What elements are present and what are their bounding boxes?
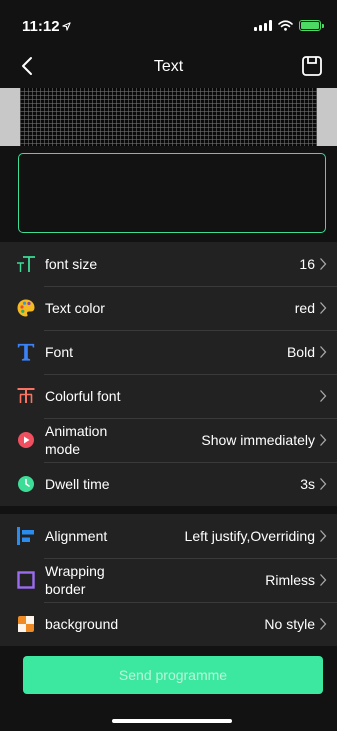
clock-icon	[16, 474, 36, 494]
save-button[interactable]	[299, 53, 325, 79]
settings-row-label: background	[45, 616, 119, 632]
settings-row-value: Rimless	[265, 572, 315, 588]
settings-row-wrapping-border[interactable]: Wrapping border Rimless	[0, 558, 337, 602]
settings-row-font[interactable]: Font Bold	[0, 330, 337, 374]
battery-charging-icon	[299, 20, 324, 31]
chevron-right-icon	[320, 618, 327, 630]
page-title: Text	[153, 58, 184, 75]
chevron-right-icon	[320, 258, 327, 270]
settings-row-background[interactable]: background No style	[0, 602, 337, 646]
chevron-right-icon	[320, 478, 327, 490]
cellular-signal-icon	[254, 20, 272, 31]
status-indicators	[254, 20, 324, 31]
screen: 11:12 Text font size 16 Text color red F…	[0, 0, 337, 731]
font-icon	[16, 342, 36, 362]
settings-row-label: Animation mode	[45, 423, 108, 457]
settings-row-value: 16	[299, 256, 315, 272]
settings-row-text-color[interactable]: Text color red	[0, 286, 337, 330]
settings-row-value: Left justify,Overriding	[184, 528, 315, 544]
palette-icon	[16, 298, 36, 318]
settings-row-label: Alignment	[45, 528, 108, 544]
chevron-right-icon	[320, 346, 327, 358]
chevron-right-icon	[320, 434, 327, 446]
play-icon	[16, 430, 36, 450]
location-arrow-icon	[62, 22, 71, 31]
settings-row-label: Text color	[45, 300, 105, 316]
nav-bar: Text	[0, 44, 337, 88]
settings-row-animation-mode[interactable]: Animation mode Show immediately	[0, 418, 337, 462]
text-input-box[interactable]	[18, 153, 326, 233]
font-size-icon	[16, 254, 36, 274]
settings-row-value: red	[294, 300, 315, 316]
wifi-icon	[278, 20, 293, 31]
chevron-right-icon	[320, 302, 327, 314]
settings-row-label: Colorful font	[45, 388, 121, 404]
settings-row-label: Font	[45, 344, 74, 360]
settings-row-dwell-time[interactable]: Dwell time 3s	[0, 462, 337, 506]
text-input[interactable]	[19, 154, 325, 232]
settings-row-label: Dwell time	[45, 476, 110, 492]
settings-row-alignment[interactable]: Alignment Left justify,Overriding	[0, 514, 337, 558]
send-programme-button[interactable]: Send programme	[23, 656, 323, 694]
led-preview	[0, 88, 337, 146]
settings-row-label: font size	[45, 256, 98, 272]
settings-row-value: Show immediately	[201, 432, 315, 448]
settings-row-label: Wrapping border	[45, 563, 105, 597]
chevron-right-icon	[320, 390, 327, 402]
background-icon	[16, 614, 36, 634]
layout-settings-list: Alignment Left justify,Overriding Wrappi…	[0, 514, 337, 646]
settings-row-colorful-font[interactable]: Colorful font	[0, 374, 337, 418]
save-icon	[302, 56, 322, 76]
status-bar: 11:12	[0, 0, 337, 44]
alignment-icon	[16, 526, 36, 546]
status-time: 11:12	[22, 18, 60, 35]
settings-row-value: Bold	[286, 344, 315, 360]
chevron-right-icon	[320, 530, 327, 542]
home-indicator	[112, 719, 232, 723]
text-settings-list: font size 16 Text color red Font Bold Co…	[0, 242, 337, 506]
settings-row-value: 3s	[300, 476, 315, 492]
led-matrix-grid	[20, 88, 317, 146]
settings-row-value: No style	[264, 616, 315, 632]
settings-row-font-size[interactable]: font size 16	[0, 242, 337, 286]
colorful-font-icon	[16, 386, 36, 406]
chevron-right-icon	[320, 574, 327, 586]
border-icon	[16, 570, 36, 590]
